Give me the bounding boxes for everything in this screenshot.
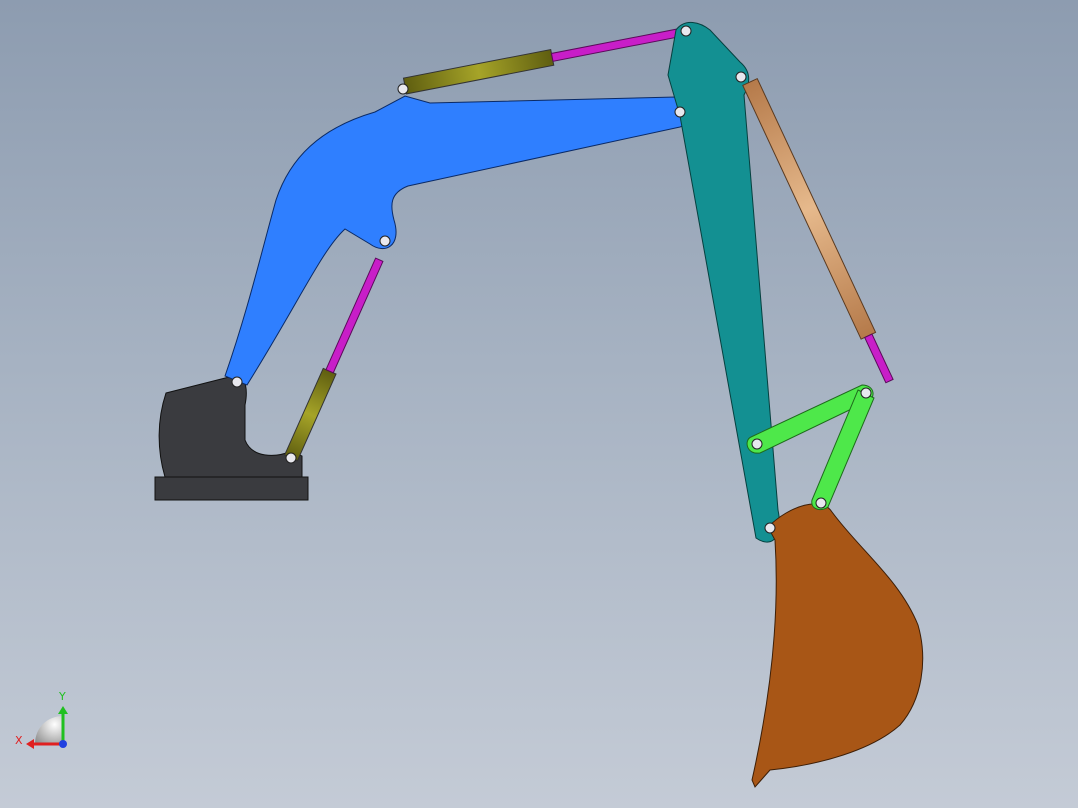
base-mount[interactable]: [158, 374, 303, 478]
boom-part[interactable]: [224, 95, 692, 386]
y-axis-arrow-icon: [58, 706, 68, 714]
pin-joint[interactable]: [379, 235, 391, 247]
pin-joint[interactable]: [285, 452, 297, 464]
excavator-model[interactable]: X Y: [0, 0, 1078, 808]
pin-joint[interactable]: [751, 438, 763, 450]
boom-cylinder-barrel[interactable]: [283, 367, 337, 462]
pin-joint[interactable]: [764, 522, 776, 534]
x-axis-arrow-icon: [26, 739, 34, 749]
pin-joint[interactable]: [397, 83, 409, 95]
pin-joint[interactable]: [735, 71, 747, 83]
bucket-cylinder-barrel[interactable]: [742, 77, 877, 340]
pin-joint[interactable]: [815, 497, 827, 509]
pin-joint[interactable]: [860, 387, 872, 399]
boom-cylinder-rod[interactable]: [325, 257, 384, 374]
base-part[interactable]: [154, 374, 309, 501]
bucket-cylinder-rod[interactable]: [864, 333, 894, 384]
z-axis-icon: [59, 740, 67, 748]
pin-joint[interactable]: [674, 106, 686, 118]
triad-plane-icon: [35, 716, 63, 744]
pin-joint[interactable]: [231, 376, 243, 388]
stick-cylinder-rod[interactable]: [550, 28, 682, 62]
x-axis-label: X: [15, 734, 23, 747]
y-axis-label: Y: [58, 690, 66, 703]
bucket-part[interactable]: [751, 503, 924, 788]
stick-cylinder[interactable]: [402, 25, 682, 95]
pin-joint[interactable]: [680, 25, 692, 37]
reference-triad[interactable]: X Y: [15, 690, 68, 749]
graphics-viewport[interactable]: X Y: [0, 0, 1078, 808]
base-plate[interactable]: [154, 476, 309, 501]
bucket-cylinder[interactable]: [742, 77, 897, 385]
stick-cylinder-barrel[interactable]: [402, 48, 555, 95]
